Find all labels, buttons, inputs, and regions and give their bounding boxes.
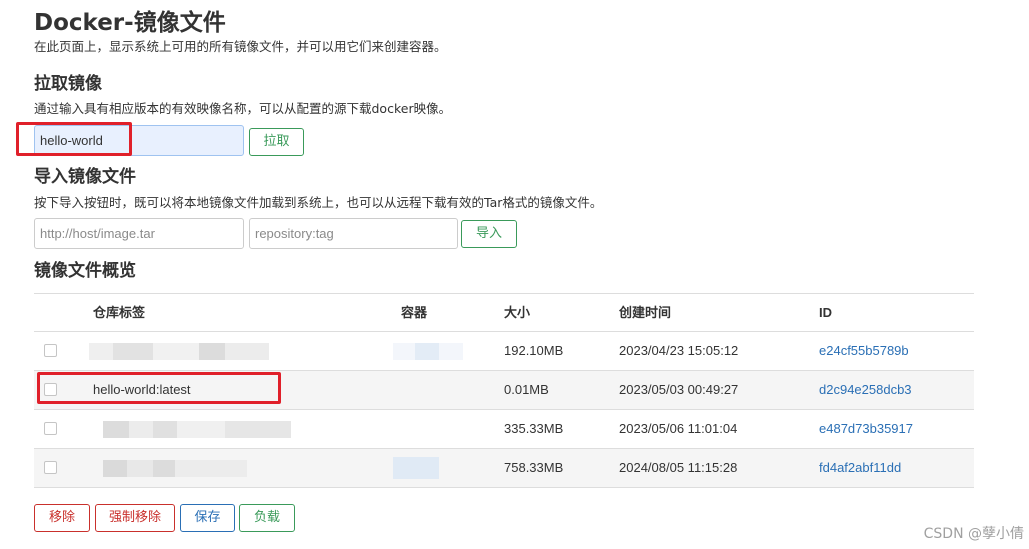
table-row: hello-world:latest 0.01MB 2023/05/03 00:… [34,371,974,410]
import-heading: 导入镜像文件 [34,167,136,187]
blurred-content [103,460,127,477]
blurred-content [175,460,247,477]
blurred-content [225,343,269,360]
blurred-content [153,460,175,477]
image-id-link[interactable]: fd4af2abf11dd [819,449,901,487]
import-button[interactable]: 导入 [461,220,517,248]
import-description: 按下导入按钮时，既可以将本地镜像文件加载到系统上，也可以从远程下载有效的Tar格… [34,195,603,210]
image-created: 2023/05/03 00:49:27 [619,382,739,397]
pull-button[interactable]: 拉取 [249,128,304,156]
pull-description: 通过输入具有相应版本的有效映像名称，可以从配置的源下载docker映像。 [34,101,452,116]
blurred-content [415,343,439,360]
blurred-content [153,343,199,360]
blurred-content [393,343,415,360]
image-created: 2023/05/06 11:01:04 [619,421,738,436]
image-created: 2024/08/05 11:15:28 [619,460,738,475]
blurred-content [153,421,177,438]
pull-image-input[interactable] [34,125,244,156]
table-row: 192.10MB 2023/04/23 15:05:12 e24cf55b578… [34,332,974,371]
column-header-tag: 仓库标签 [93,305,146,320]
column-header-size: 大小 [504,305,531,320]
image-created: 2023/04/23 15:05:12 [619,343,739,358]
column-header-containers: 容器 [401,305,428,320]
blurred-content [393,457,439,479]
images-table: 仓库标签 容器 大小 创建时间 ID 192.10MB 2023/04/23 1… [34,293,974,488]
blurred-content [89,343,113,360]
blurred-content [113,343,153,360]
image-size: 758.33MB [504,460,564,475]
image-tag: hello-world:latest [93,382,191,397]
blurred-content [439,343,463,360]
image-id-link[interactable]: e487d73b35917 [819,410,913,448]
remove-button[interactable]: 移除 [34,504,90,532]
blurred-content [225,421,291,438]
image-id-link[interactable]: e24cf55b5789b [819,332,909,370]
import-tag-input[interactable] [249,218,458,249]
image-size: 0.01MB [504,382,549,397]
table-row: 758.33MB 2024/08/05 11:15:28 fd4af2abf11… [34,449,974,488]
page-title: Docker-镜像文件 [34,10,226,36]
blurred-content [127,460,153,477]
save-button[interactable]: 保存 [180,504,235,532]
blurred-content [129,421,153,438]
table-row: 335.33MB 2023/05/06 11:01:04 e487d73b359… [34,410,974,449]
row-checkbox[interactable] [44,422,57,435]
pull-heading: 拉取镜像 [34,74,102,94]
column-header-id: ID [819,305,832,320]
overview-heading: 镜像文件概览 [34,261,136,281]
blurred-content [177,421,225,438]
blurred-content [103,421,129,438]
table-header: 仓库标签 容器 大小 创建时间 ID [34,294,974,332]
import-url-input[interactable] [34,218,244,249]
force-remove-button[interactable]: 强制移除 [95,504,175,532]
image-size: 335.33MB [504,421,564,436]
watermark: CSDN @孽小倩 [923,526,1024,542]
column-header-created: 创建时间 [619,305,672,320]
row-checkbox[interactable] [44,344,57,357]
row-checkbox[interactable] [44,461,57,474]
page-description: 在此页面上，显示系统上可用的所有镜像文件，并可以用它们来创建容器。 [34,39,447,54]
load-button[interactable]: 负载 [239,504,295,532]
image-id-link[interactable]: d2c94e258dcb3 [819,371,912,409]
row-checkbox[interactable] [44,383,57,396]
image-size: 192.10MB [504,343,564,358]
blurred-content [199,343,225,360]
